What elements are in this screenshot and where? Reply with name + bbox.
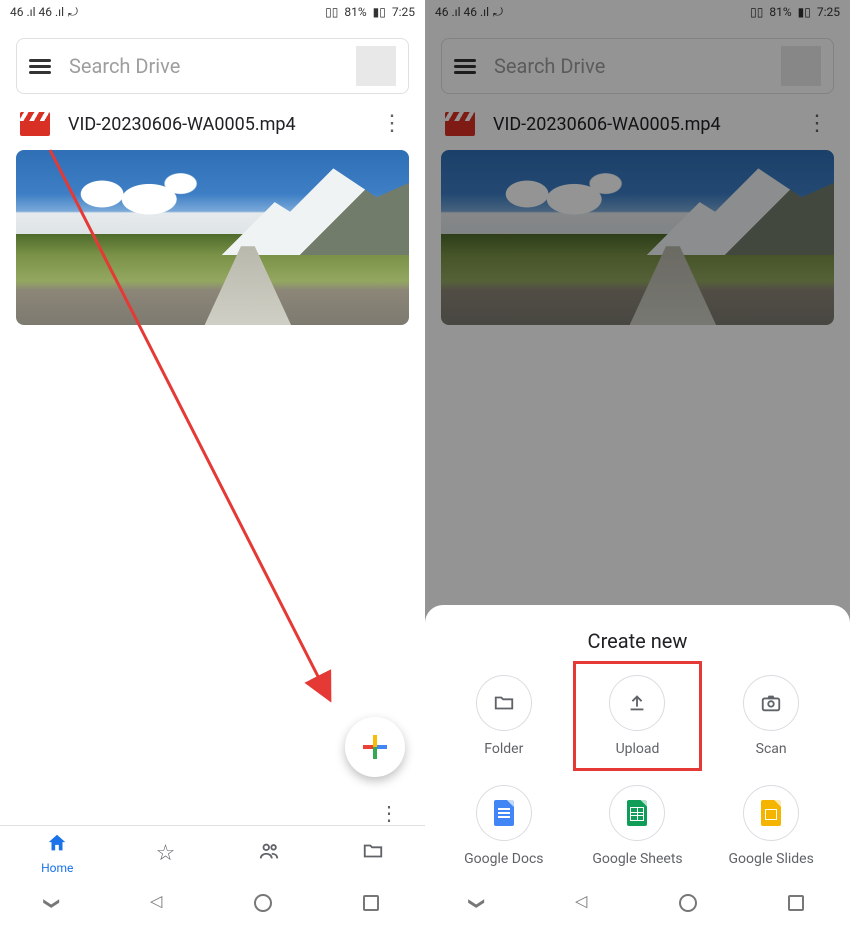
android-nav: ❯ ▷ [425, 881, 850, 925]
video-file-icon [20, 112, 50, 136]
option-folder-label: Folder [484, 741, 523, 757]
option-sheets[interactable]: Google Sheets [571, 785, 705, 867]
phone-right: 46 .ıl 46 .ıl ⤾ ▯▯ 81% ▮▯ 7:25 Search Dr… [425, 0, 850, 925]
folder-icon [362, 840, 384, 867]
search-placeholder: Search Drive [69, 54, 338, 78]
video-thumbnail[interactable] [16, 150, 409, 325]
home-icon [46, 832, 68, 859]
option-docs[interactable]: Google Docs [437, 785, 571, 867]
file-row[interactable]: VID-20230606-WA0005.mp4 ⋮ [0, 104, 425, 142]
more-icon[interactable]: ⋮ [379, 801, 399, 825]
android-home-icon[interactable] [679, 894, 697, 912]
battery-percent: 81% [344, 5, 366, 19]
android-recent-icon[interactable] [363, 895, 379, 911]
nav-shared[interactable] [258, 840, 280, 867]
slides-icon [761, 800, 781, 826]
file-name: VID-20230606-WA0005.mp4 [68, 114, 375, 135]
phone-left: 46 .ıl 46 .ıl ⤾ ▯▯ 81% ▮▯ 7:25 Search Dr… [0, 0, 425, 925]
option-folder[interactable]: Folder [437, 675, 571, 757]
option-upload-label: Upload [616, 741, 660, 757]
option-scan[interactable]: Scan [704, 675, 838, 757]
signal-icon: 46 .ıl 46 .ıl [10, 5, 64, 19]
clock: 7:25 [392, 5, 415, 19]
vibrate-icon: ▯▯ [325, 5, 338, 19]
option-sheets-label: Google Sheets [592, 851, 682, 867]
android-home-icon[interactable] [254, 894, 272, 912]
star-icon: ☆ [156, 843, 176, 865]
fab-create-button[interactable] [345, 717, 405, 777]
nav-starred[interactable]: ☆ [156, 843, 176, 865]
nav-home[interactable]: Home [41, 832, 73, 875]
option-docs-label: Google Docs [464, 851, 543, 867]
option-slides-label: Google Slides [728, 851, 813, 867]
hamburger-icon[interactable] [29, 56, 51, 77]
android-back-icon[interactable]: ▷ [575, 894, 587, 913]
status-bar: 46 .ıl 46 .ıl ⤾ ▯▯ 81% ▮▯ 7:25 [0, 0, 425, 24]
option-upload[interactable]: Upload [571, 675, 705, 757]
bottom-nav: Home ☆ [0, 825, 425, 881]
android-chevron-icon[interactable]: ❯ [43, 896, 62, 909]
sheet-title: Create new [437, 629, 838, 653]
nav-home-label: Home [41, 861, 73, 875]
option-slides[interactable]: Google Slides [704, 785, 838, 867]
docs-icon [494, 800, 514, 826]
create-new-sheet: Create new Folder Upload Scan Google Doc… [425, 605, 850, 881]
wifi-icon: ⤾ [68, 5, 78, 20]
android-recent-icon[interactable] [788, 895, 804, 911]
plus-icon [363, 735, 387, 759]
nav-files[interactable] [362, 840, 384, 867]
android-back-icon[interactable]: ▷ [150, 894, 162, 913]
file-more-icon[interactable]: ⋮ [375, 113, 409, 135]
battery-icon: ▮▯ [373, 5, 386, 19]
search-bar[interactable]: Search Drive [16, 38, 409, 94]
sheets-icon [627, 800, 647, 826]
android-nav: ❯ ▷ [0, 881, 425, 925]
option-scan-label: Scan [756, 741, 787, 757]
account-avatar[interactable] [356, 46, 396, 86]
android-chevron-icon[interactable]: ❯ [468, 896, 487, 909]
people-icon [258, 840, 280, 867]
